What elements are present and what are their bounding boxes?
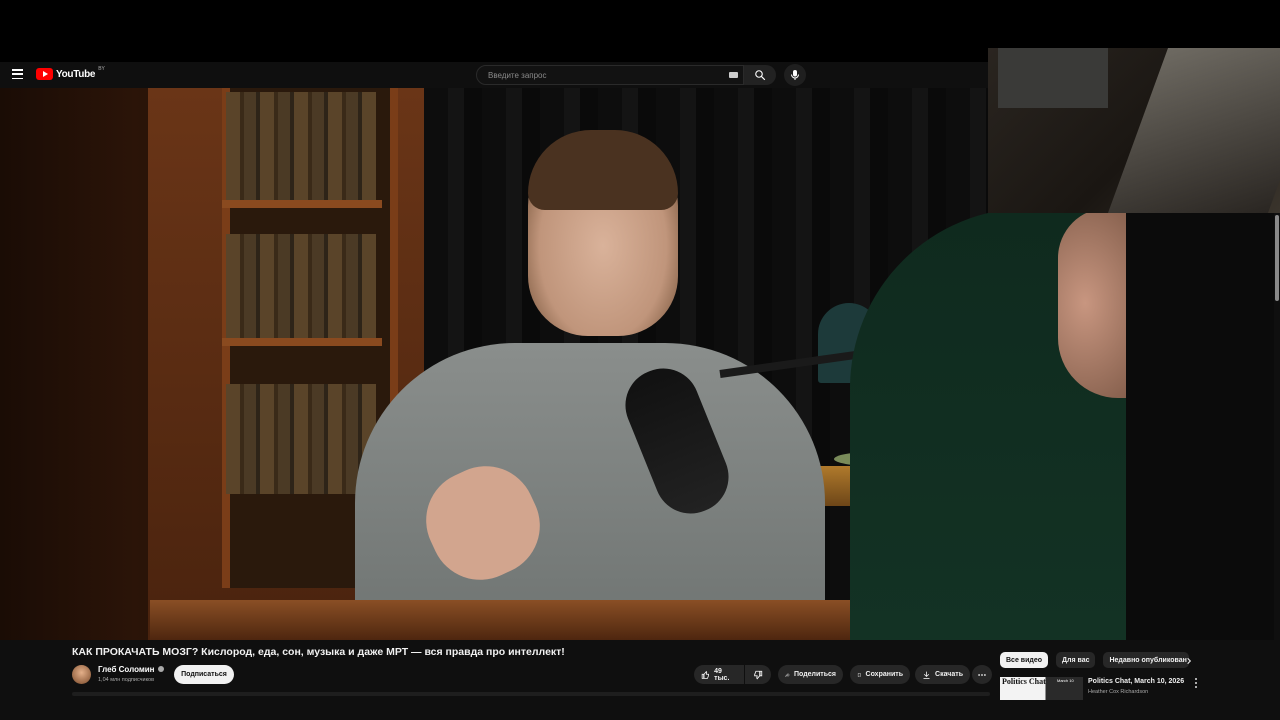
subscriber-count: 1,04 млн подписчиков: [98, 677, 155, 683]
video-scene-books: [226, 384, 376, 494]
share-label: Поделиться: [793, 671, 836, 678]
description-preview-bar[interactable]: [72, 692, 990, 696]
channel-avatar[interactable]: [72, 665, 91, 684]
sidebar-background: [1126, 213, 1274, 640]
search-input[interactable]: [486, 69, 720, 81]
webcam-overlay: [988, 48, 1280, 213]
scrollbar-thumb[interactable]: [1275, 215, 1279, 301]
region-code: BY: [98, 66, 105, 72]
video-player[interactable]: [0, 88, 1126, 640]
video-scene-books: [226, 92, 376, 202]
mic-icon: [791, 70, 799, 80]
video-scene-books: [226, 234, 376, 344]
more-icon: [978, 673, 986, 676]
channel-name-row[interactable]: Глеб Соломин: [98, 665, 164, 674]
thumbnail-title: Politics Chat: [1002, 677, 1046, 686]
thumbnail-date: March 10: [1057, 678, 1074, 683]
video-scene-desk: [150, 600, 850, 640]
chips-next-button[interactable]: [1182, 654, 1196, 668]
dislike-icon: [754, 670, 763, 679]
recommendation-channel[interactable]: Heather Cox Richardson: [1088, 689, 1148, 695]
share-icon: [785, 672, 790, 677]
like-button[interactable]: 49 тыс.: [694, 665, 744, 684]
chevron-right-icon: [1187, 657, 1192, 665]
youtube-logo[interactable]: YouTube BY: [36, 66, 105, 80]
webcam-shelf: [998, 48, 1108, 108]
sidebar-chips: Все видео Для вас Недавно опубликован: [1000, 652, 1190, 668]
voice-search-button[interactable]: [784, 64, 806, 86]
dislike-button[interactable]: [745, 665, 771, 684]
like-count: 49 тыс.: [714, 667, 730, 682]
video-scene-guest-head: [1058, 208, 1126, 398]
download-icon: [923, 671, 930, 679]
channel-name[interactable]: Глеб Соломин: [98, 665, 155, 674]
chip-all-videos[interactable]: Все видео: [1000, 652, 1049, 668]
youtube-logo-icon: [36, 68, 53, 80]
subscribe-button[interactable]: Подписаться: [174, 665, 234, 684]
logo-text: YouTube: [56, 68, 96, 80]
video-scene-shelf-board: [222, 200, 382, 208]
save-button[interactable]: Сохранить: [850, 665, 910, 684]
download-button[interactable]: Скачать: [915, 665, 970, 684]
verified-icon: [157, 666, 164, 672]
share-button[interactable]: Поделиться: [778, 665, 843, 684]
keyboard-icon[interactable]: [729, 72, 738, 78]
search-box[interactable]: [476, 65, 744, 85]
chip-for-you[interactable]: Для вас: [1056, 652, 1096, 668]
search-icon: [755, 70, 766, 81]
recommendation-title[interactable]: Politics Chat, March 10, 2026: [1088, 678, 1184, 685]
download-label: Скачать: [935, 671, 963, 678]
menu-icon[interactable]: [12, 69, 23, 79]
recommendation-more-icon[interactable]: [1192, 677, 1200, 689]
search-button[interactable]: [744, 65, 776, 85]
webcam-stairs: [1107, 48, 1280, 213]
save-icon: [857, 672, 861, 677]
video-scene-shelf-board: [222, 338, 382, 346]
recommendation-thumbnail[interactable]: Politics Chat March 10: [1000, 677, 1083, 700]
masthead: YouTube BY: [0, 62, 988, 88]
save-label: Сохранить: [865, 671, 903, 678]
like-icon: [701, 670, 709, 679]
chip-recently-uploaded[interactable]: Недавно опубликован: [1103, 652, 1190, 668]
video-scene-host-body: [355, 343, 825, 640]
video-title: КАК ПРОКАЧАТЬ МОЗГ? Кислород, еда, сон, …: [72, 646, 565, 658]
more-actions-button[interactable]: [972, 665, 992, 684]
